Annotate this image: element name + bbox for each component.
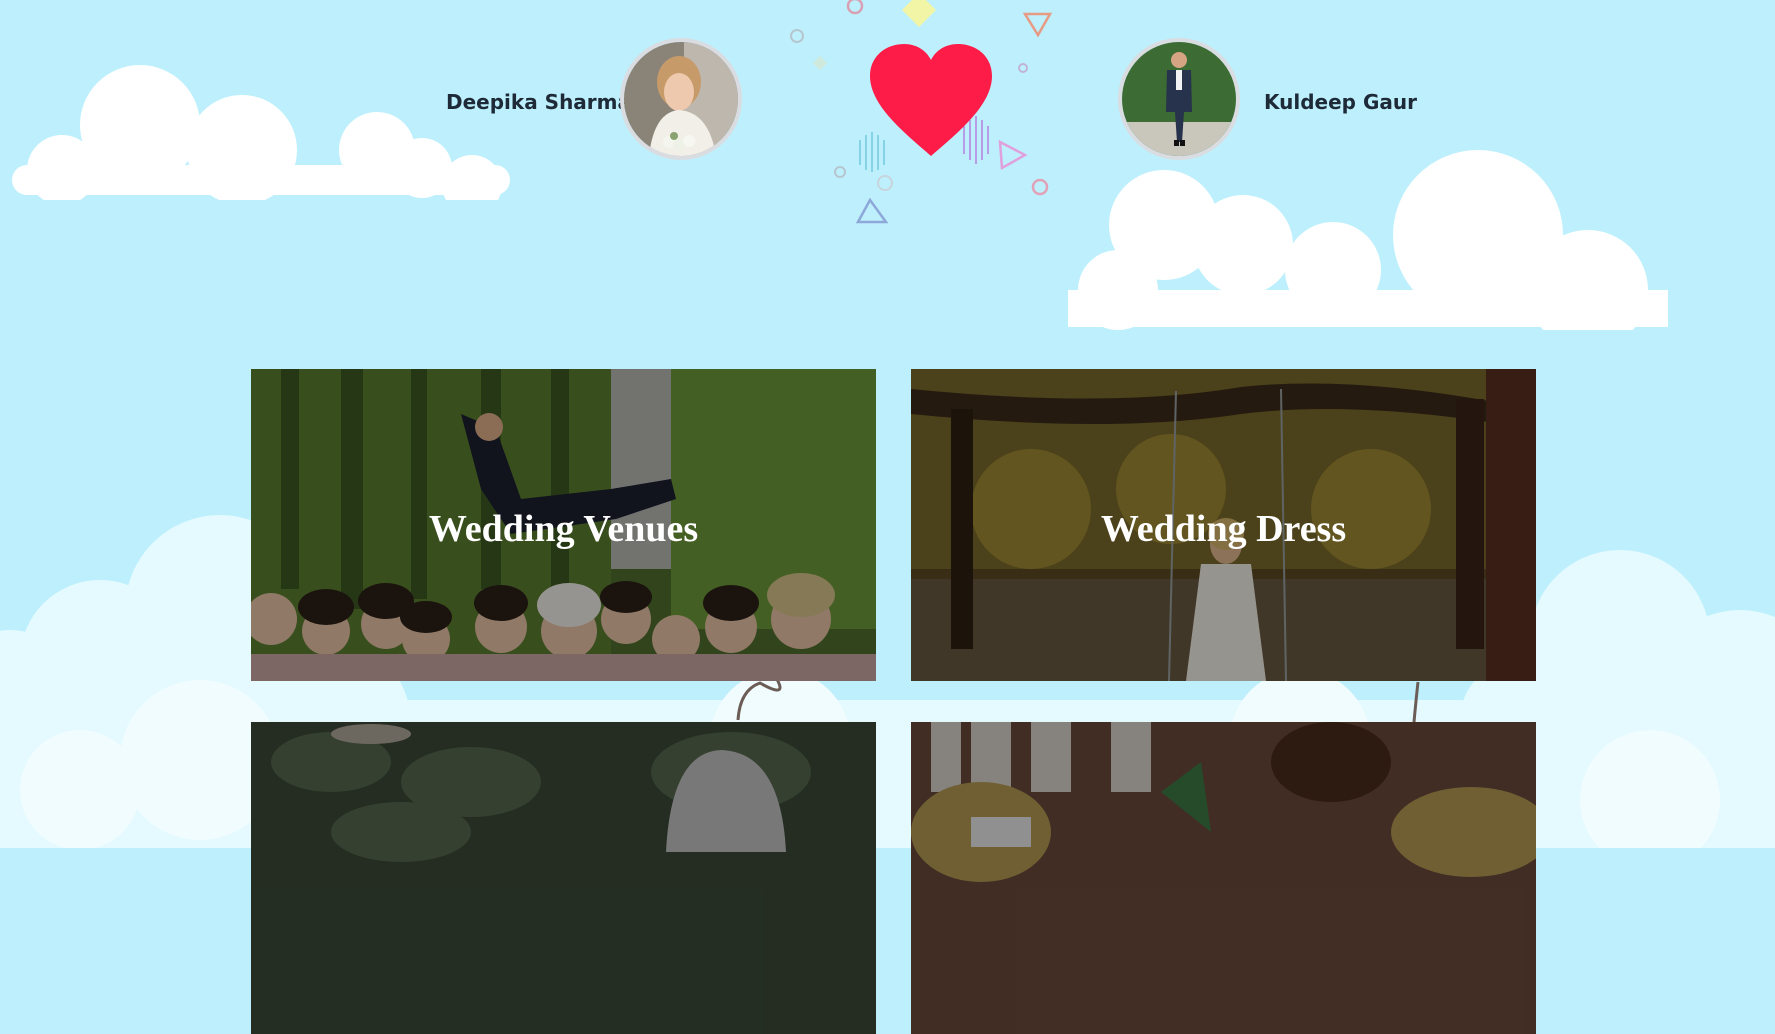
card-wedding-venues[interactable]: Wedding Venues xyxy=(251,369,876,681)
card-fourth[interactable] xyxy=(911,722,1536,1034)
card-title: Wedding Dress xyxy=(1100,508,1347,550)
card-third[interactable] xyxy=(251,722,876,1034)
card-wedding-dress[interactable]: Wedding Dress xyxy=(911,369,1536,681)
card-overlay xyxy=(911,722,1536,1034)
card-title: Wedding Venues xyxy=(428,508,699,550)
card-overlay xyxy=(251,722,876,1034)
